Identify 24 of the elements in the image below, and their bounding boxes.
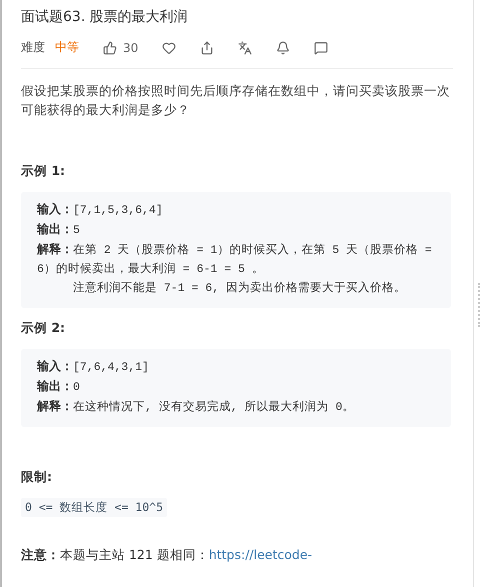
constraints-heading: 限制: xyxy=(21,469,53,486)
example-line: 解释：在第 2 天（股票价格 = 1）的时候买入，在第 5 天（股票价格 = 6）的时候卖出，最大利润 = 6-1 = 5 。 xyxy=(37,241,433,278)
note-paragraph: 注意：本题与主站 121 题相同：https://leetcode- xyxy=(21,547,314,564)
problem-description: 假设把某股票的价格按照时间先后顺序存储在数组中，请问买卖该股票一次可能获得的最大利润是多少？ xyxy=(21,82,451,119)
example-line: 输出：0 xyxy=(37,378,81,396)
example-line: 输入：[7,6,4,3,1] xyxy=(37,358,150,376)
example-heading: 示例 2: xyxy=(21,320,66,337)
difficulty-value: 中等 xyxy=(55,39,79,56)
problem-link[interactable]: https://leetcode- xyxy=(208,547,312,562)
constraint-code: 0 <= 数组长度 <= 10^5 xyxy=(21,498,168,517)
example-heading: 示例 1: xyxy=(21,163,66,180)
like-count: 30 xyxy=(123,40,138,54)
example-line: 输出：5 xyxy=(37,221,81,239)
heart-icon[interactable] xyxy=(162,40,176,54)
difficulty-label: 难度 xyxy=(21,39,45,56)
example-line: 解释：在这种情况下, 没有交易完成, 所以最大利润为 0。 xyxy=(37,398,356,416)
share-icon[interactable] xyxy=(200,40,214,54)
comment-icon[interactable] xyxy=(314,40,328,54)
example-note: 注意利润不能是 7-1 = 6, 因为卖出价格需要大于买入价格。 xyxy=(72,280,408,297)
like-icon[interactable] xyxy=(103,40,117,54)
problem-title: 面试题63. 股票的最大利润 xyxy=(21,8,189,26)
example-line: 输入：[7,1,5,3,6,4] xyxy=(37,201,164,219)
bell-icon[interactable] xyxy=(276,40,290,54)
translate-icon[interactable] xyxy=(238,40,252,54)
